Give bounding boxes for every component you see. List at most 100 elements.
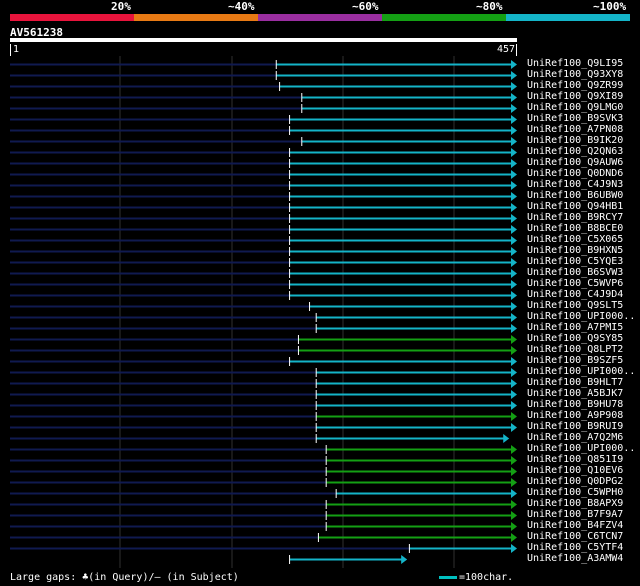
direction-arrow-icon	[511, 60, 517, 69]
hit-graphic	[10, 478, 517, 487]
hit-label[interactable]: UniRef100_B8APX9	[527, 498, 623, 509]
hit-label[interactable]: UniRef100_B7F9A7	[527, 509, 623, 520]
hit-graphic	[10, 137, 517, 146]
hit-label[interactable]: UniRef100_C5YQE3	[527, 256, 623, 267]
legend-label: 20%	[111, 0, 131, 13]
hit-graphic	[10, 291, 517, 300]
hit-graphic	[10, 544, 517, 553]
hit-label[interactable]: UniRef100_B9HLT7	[527, 377, 623, 388]
hit-label[interactable]: UniRef100_C5X065	[527, 234, 623, 245]
direction-arrow-icon	[511, 489, 517, 498]
scale-bar-sample	[439, 575, 457, 579]
hit-label[interactable]: UniRef100_B9RUI9	[527, 421, 623, 432]
direction-arrow-icon	[511, 170, 517, 179]
hit-label[interactable]: UniRef100_Q0DPG2	[527, 476, 623, 487]
hit-label[interactable]: UniRef100_B9SZF5	[527, 355, 623, 366]
direction-arrow-icon	[511, 456, 517, 465]
hit-graphic	[289, 555, 408, 564]
hit-label[interactable]: UniRef100_B8BCE0	[527, 223, 623, 234]
hit-graphic	[10, 93, 517, 102]
ruler-end-tick	[516, 44, 517, 56]
hit-label[interactable]: UniRef100_B6UBW0	[527, 190, 623, 201]
hit-label[interactable]: UniRef100_C4J9D4	[527, 289, 623, 300]
hit-label[interactable]: UniRef100_B9SVK3	[527, 113, 623, 124]
direction-arrow-icon	[511, 445, 517, 454]
hit-label[interactable]: UniRef100_A7PMI5	[527, 322, 623, 333]
hit-graphic	[10, 390, 517, 399]
hit-label[interactable]: UniRef100_B9IK20	[527, 135, 623, 146]
hit-label[interactable]: UniRef100_UPI000..	[527, 443, 635, 454]
hit-graphic	[10, 236, 517, 245]
hit-graphic	[10, 302, 517, 311]
direction-arrow-icon	[511, 159, 517, 168]
hit-label[interactable]: UniRef100_C6TCN7	[527, 531, 623, 542]
legend-segment	[10, 14, 134, 21]
legend-label: ~80%	[476, 0, 503, 13]
direction-arrow-icon	[503, 434, 510, 443]
hit-label[interactable]: UniRef100_Q9LI95	[527, 58, 623, 69]
direction-arrow-icon	[511, 357, 517, 366]
hit-label[interactable]: UniRef100_A3AMW4	[527, 553, 623, 564]
direction-arrow-icon	[511, 71, 517, 80]
hit-label[interactable]: UniRef100_B6SVW3	[527, 267, 623, 278]
hit-label[interactable]: UniRef100_B9HXN5	[527, 245, 623, 256]
hit-graphic	[10, 269, 517, 278]
hit-label[interactable]: UniRef100_C5WVP6	[527, 278, 623, 289]
hit-label[interactable]: UniRef100_B4FZV4	[527, 520, 623, 531]
hit-graphic	[10, 434, 510, 443]
hit-label[interactable]: UniRef100_A7Q2M6	[527, 432, 623, 443]
hit-label[interactable]: UniRef100_Q93XY8	[527, 69, 623, 80]
hit-row[interactable]: UniRef100_A3AMW4	[0, 553, 640, 565]
direction-arrow-icon	[511, 126, 517, 135]
direction-arrow-icon	[511, 280, 517, 289]
hit-label[interactable]: UniRef100_UPI000..	[527, 366, 635, 377]
hit-label[interactable]: UniRef100_Q0DND6	[527, 168, 623, 179]
hit-label[interactable]: UniRef100_Q9SLT5	[527, 300, 623, 311]
legend-segment	[134, 14, 258, 21]
gap-legend: Large gaps: ♣(in Query)/— (in Subject)	[10, 572, 239, 583]
hit-label[interactable]: UniRef100_B9RCY7	[527, 212, 623, 223]
direction-arrow-icon	[511, 214, 517, 223]
ruler-start-tick	[10, 44, 11, 56]
query-ruler: 1 457	[10, 44, 520, 56]
hit-label[interactable]: UniRef100_Q9ZR99	[527, 80, 623, 91]
direction-arrow-icon	[511, 379, 517, 388]
direction-arrow-icon	[511, 522, 517, 531]
hit-label[interactable]: UniRef100_B9HU78	[527, 399, 623, 410]
hit-label[interactable]: UniRef100_Q9XI89	[527, 91, 623, 102]
hit-label[interactable]: UniRef100_Q8LPT2	[527, 344, 623, 355]
hit-label[interactable]: UniRef100_A7PN08	[527, 124, 623, 135]
hit-label[interactable]: UniRef100_Q851I9	[527, 454, 623, 465]
ruler-end-label: 457	[497, 44, 516, 55]
hit-label[interactable]: UniRef100_Q9LMG0	[527, 102, 623, 113]
hit-label[interactable]: UniRef100_Q9SY85	[527, 333, 623, 344]
hit-label[interactable]: UniRef100_Q10EV6	[527, 465, 623, 476]
hit-graphic	[10, 192, 517, 201]
hit-label[interactable]: UniRef100_A5BJK7	[527, 388, 623, 399]
direction-arrow-icon	[511, 148, 517, 157]
hit-label[interactable]: UniRef100_UPI000..	[527, 311, 635, 322]
direction-arrow-icon	[511, 313, 517, 322]
scale-legend-text: =100char.	[459, 572, 514, 583]
hit-label[interactable]: UniRef100_Q2QN63	[527, 146, 623, 157]
hit-graphic	[10, 181, 517, 190]
hit-graphic	[10, 82, 517, 91]
hit-graphic	[10, 467, 517, 476]
hit-graphic	[10, 247, 517, 256]
ruler-start-label: 1	[13, 44, 20, 55]
hit-label[interactable]: UniRef100_C4J9N3	[527, 179, 623, 190]
legend-segment	[506, 14, 630, 21]
hit-graphic	[10, 489, 517, 498]
hit-label[interactable]: UniRef100_Q9AUW6	[527, 157, 623, 168]
hit-label[interactable]: UniRef100_A9P908	[527, 410, 623, 421]
hit-label[interactable]: UniRef100_C5YTF4	[527, 542, 623, 553]
hit-graphic	[10, 511, 517, 520]
legend-label: ~60%	[352, 0, 379, 13]
hit-label[interactable]: UniRef100_C5WPH0	[527, 487, 623, 498]
hit-graphic	[10, 71, 517, 80]
direction-arrow-icon	[511, 192, 517, 201]
direction-arrow-icon	[511, 511, 517, 520]
direction-arrow-icon	[511, 390, 517, 399]
hit-graphic	[10, 225, 517, 234]
hit-label[interactable]: UniRef100_Q94HB1	[527, 201, 623, 212]
